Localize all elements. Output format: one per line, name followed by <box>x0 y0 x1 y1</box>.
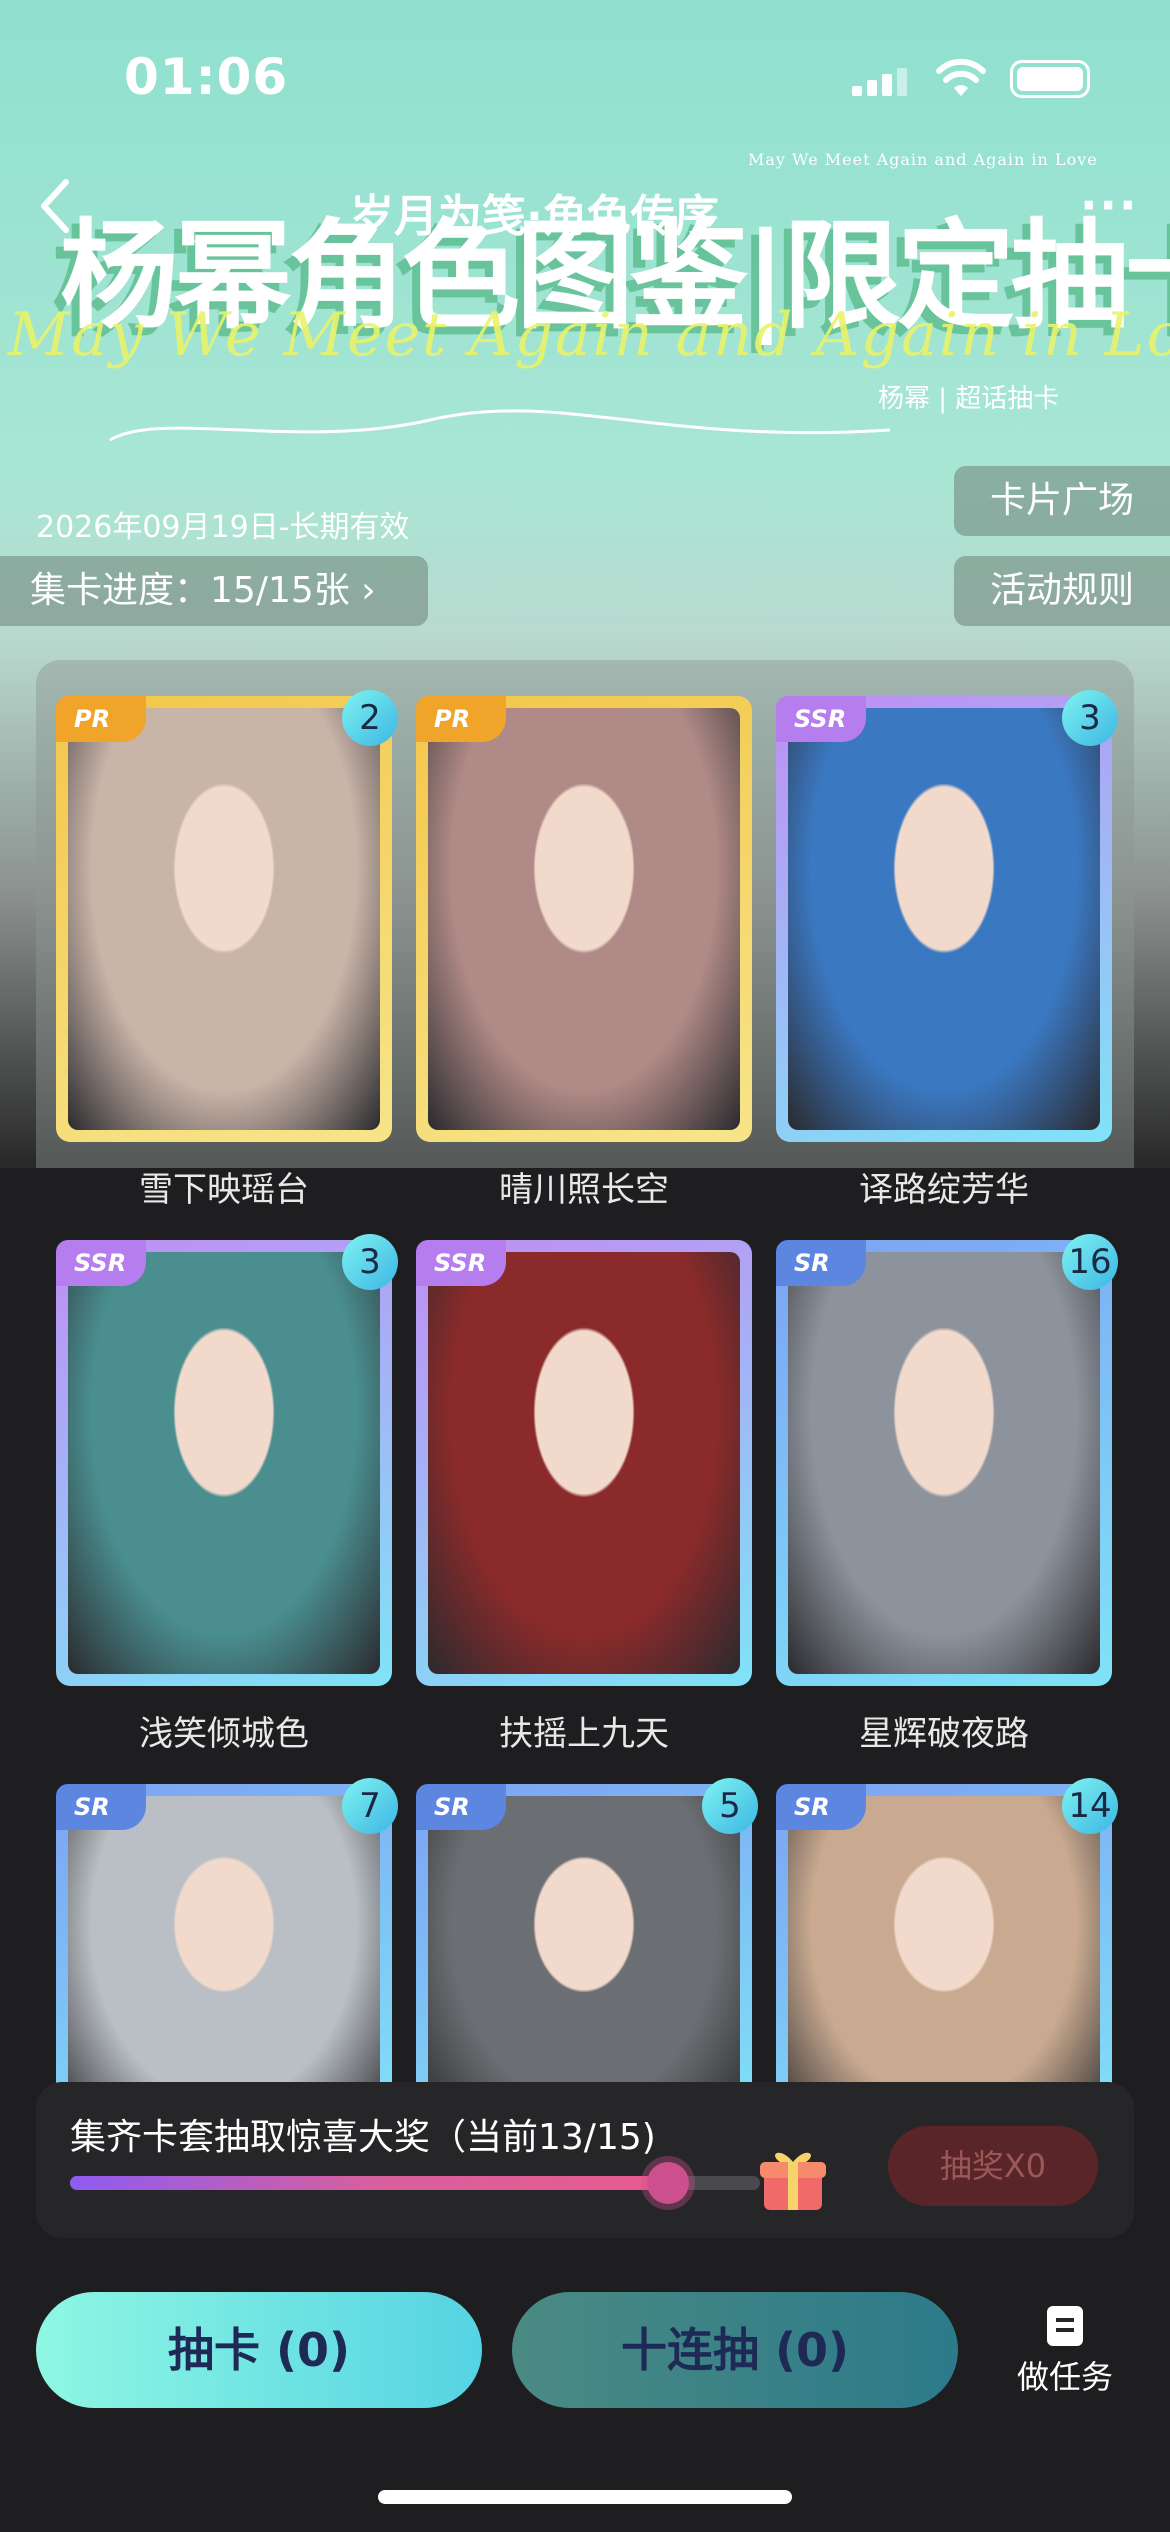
status-bar: 01:06 <box>0 48 1170 108</box>
rarity-badge: SSR <box>416 1240 506 1286</box>
validity-period: 2026年09月19日-长期有效 <box>36 510 410 545</box>
card-tile[interactable]: SR 16 <box>776 1234 1118 1686</box>
banner-tagline: May We Meet Again and Again in Love <box>748 150 1098 169</box>
card-photo <box>428 1252 740 1674</box>
nav-title: 岁月为笺·角色传序 <box>350 191 719 242</box>
card-name: 扶摇上九天 <box>499 1714 669 1754</box>
card-count-badge: 5 <box>702 1778 758 1834</box>
cellular-signal-icon <box>852 66 912 96</box>
card-plaza-button[interactable]: 卡片广场 <box>954 466 1170 536</box>
battery-icon <box>1010 60 1090 98</box>
rarity-badge: SR <box>416 1784 506 1830</box>
tasks-button[interactable]: 做任务 <box>1000 2306 1130 2398</box>
banner-swirl-decoration <box>109 409 891 442</box>
draw-one-button[interactable]: 抽卡 (0) <box>36 2292 482 2408</box>
card-count-badge: 2 <box>342 690 398 746</box>
raffle-button[interactable]: 抽奖X0 <box>888 2126 1098 2206</box>
tasks-label: 做任务 <box>1016 2358 1113 2396</box>
card-count-badge: 14 <box>1062 1778 1118 1834</box>
card-tile[interactable]: SSR 3 <box>776 690 1118 1142</box>
card-photo <box>68 1252 380 1674</box>
card-photo <box>428 708 740 1130</box>
status-time: 01:06 <box>124 48 289 106</box>
card-name: 雪下映瑶台 <box>139 1170 309 1210</box>
activity-rules-button[interactable]: 活动规则 <box>954 556 1170 626</box>
rarity-badge: SR <box>56 1784 146 1830</box>
rarity-badge: PR <box>56 696 146 742</box>
bonus-progress-bar <box>70 2162 760 2204</box>
rarity-badge: SR <box>776 1784 866 1830</box>
card-name: 译路绽芳华 <box>859 1170 1029 1210</box>
draw-ten-button[interactable]: 十连抽 (0) <box>512 2292 958 2408</box>
bonus-text: 集齐卡套抽取惊喜大奖（当前13/15) <box>70 2117 656 2158</box>
collection-progress-button[interactable]: 集卡进度：15/15张 › <box>0 556 428 626</box>
card-tile[interactable]: SSR 3 <box>56 1234 398 1686</box>
card-count-badge: 3 <box>342 1234 398 1290</box>
card-name: 晴川照长空 <box>499 1170 669 1210</box>
card-name: 星辉破夜路 <box>859 1714 1029 1754</box>
card-photo <box>788 1252 1100 1674</box>
rarity-badge: PR <box>416 696 506 742</box>
banner-subtitle: 杨幂 | 超话抽卡 <box>878 384 1060 414</box>
card-count-badge: 16 <box>1062 1234 1118 1290</box>
task-list-icon <box>1047 2306 1083 2346</box>
wifi-icon <box>936 58 986 96</box>
card-tile[interactable]: PR 2 <box>56 690 398 1142</box>
banner-script: May We Meet Again and Again in Love <box>8 300 1170 370</box>
card-name: 浅笑倾城色 <box>139 1714 309 1754</box>
more-options-icon[interactable]: ··· <box>1080 178 1138 232</box>
card-photo <box>788 708 1100 1130</box>
card-tile[interactable]: SSR <box>416 1240 752 1686</box>
card-count-badge: 7 <box>342 1778 398 1834</box>
card-tile[interactable]: PR <box>416 696 752 1142</box>
back-arrow-icon[interactable] <box>36 176 76 236</box>
home-indicator[interactable] <box>378 2490 792 2504</box>
rarity-badge: SSR <box>776 696 866 742</box>
gift-icon[interactable] <box>760 2144 826 2214</box>
card-count-badge: 3 <box>1062 690 1118 746</box>
bonus-progress-fill <box>70 2176 669 2190</box>
rarity-badge: SSR <box>56 1240 146 1286</box>
page: 01:06 May We Meet Again and Again in Lov… <box>0 0 1170 2532</box>
bonus-progress-knob <box>647 2162 690 2204</box>
bonus-panel: 集齐卡套抽取惊喜大奖（当前13/15) 抽奖X0 <box>36 2082 1134 2238</box>
rarity-badge: SR <box>776 1240 866 1286</box>
card-photo <box>68 708 380 1130</box>
